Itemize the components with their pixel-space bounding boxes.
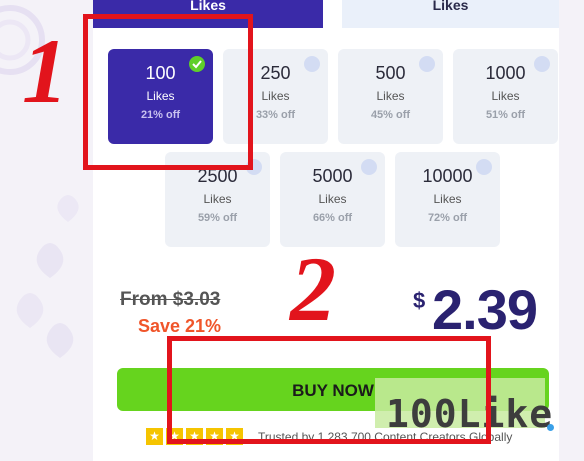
package-discount: 51% off xyxy=(485,109,526,121)
tab-likes-inactive[interactable]: Likes xyxy=(342,0,559,28)
price-amount: 2.39 xyxy=(432,278,538,341)
package-discount: 72% off xyxy=(427,212,468,224)
radio-icon xyxy=(476,159,492,175)
package-500-likes[interactable]: 500 Likes 45% off xyxy=(338,49,443,144)
package-discount: 59% off xyxy=(197,212,238,224)
package-1000-likes[interactable]: 1000 Likes 51% off xyxy=(453,49,558,144)
savings-label: Save 21% xyxy=(138,316,222,336)
annotation-box-2 xyxy=(167,336,491,444)
package-5000-likes[interactable]: 5000 Likes 66% off xyxy=(280,152,385,247)
annotation-number-1: 1 xyxy=(22,20,68,122)
package-unit: Likes xyxy=(203,192,232,206)
package-unit: Likes xyxy=(318,192,347,206)
package-discount: 45% off xyxy=(370,109,411,121)
package-10000-likes[interactable]: 10000 Likes 72% off xyxy=(395,152,500,247)
radio-icon xyxy=(534,56,550,72)
radio-icon xyxy=(361,159,377,175)
radio-icon xyxy=(419,56,435,72)
package-discount: 66% off xyxy=(312,212,353,224)
watermark-dot xyxy=(547,424,554,431)
star-icon: ★ xyxy=(146,428,163,445)
package-unit: Likes xyxy=(433,192,462,206)
annotation-box-1 xyxy=(83,14,253,170)
annotation-number-2: 2 xyxy=(290,238,336,340)
package-unit: Likes xyxy=(491,89,520,103)
original-price: From $3.03 xyxy=(120,289,221,310)
currency-symbol: $ xyxy=(413,288,426,313)
package-unit: Likes xyxy=(376,89,405,103)
radio-icon xyxy=(304,56,320,72)
